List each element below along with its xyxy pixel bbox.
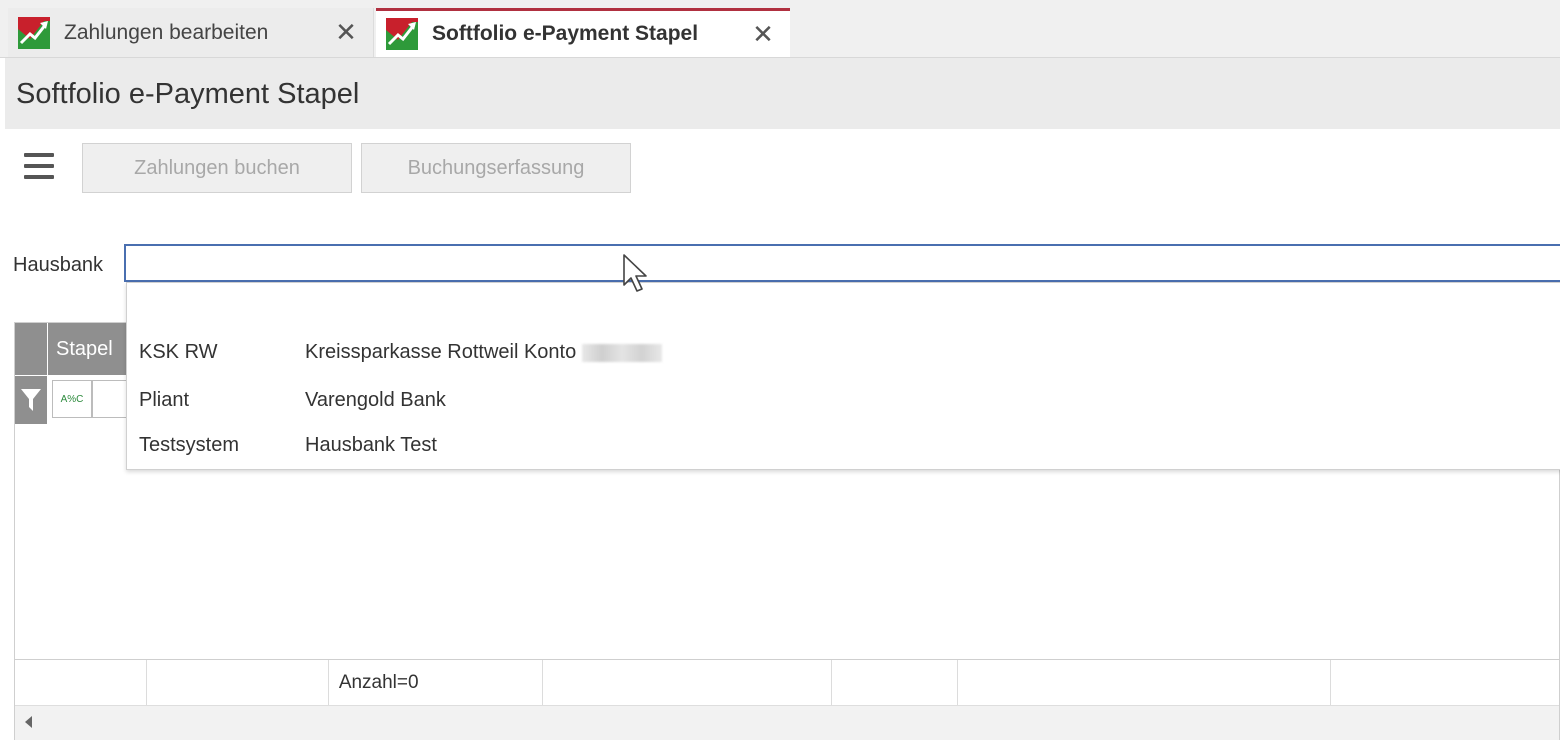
buchungserfassung-button[interactable]: Buchungserfassung <box>361 143 631 193</box>
tab-label: Softfolio e-Payment Stapel <box>432 22 699 45</box>
tab-zahlungen-bearbeiten[interactable]: Zahlungen bearbeiten ✕ <box>8 8 374 57</box>
option-code: KSK RW <box>139 341 218 363</box>
option-name: Kreissparkasse Rottweil Konto <box>305 341 663 364</box>
option-name: Hausbank Test <box>305 434 437 456</box>
grid-corner <box>15 323 47 375</box>
dropdown-option[interactable]: Testsystem Hausbank Test <box>127 424 1560 468</box>
scroll-left-arrow-icon[interactable] <box>25 716 32 728</box>
option-name: Varengold Bank <box>305 389 446 411</box>
hamburger-icon[interactable] <box>24 153 54 183</box>
horizontal-scrollbar[interactable] <box>15 705 1559 740</box>
column-header-stapel[interactable]: Stapel <box>48 323 138 375</box>
option-code: Testsystem <box>139 434 240 456</box>
close-tab-icon[interactable]: ✕ <box>748 19 778 50</box>
page-title: Softfolio e-Payment Stapel <box>16 78 360 110</box>
footer-cell <box>15 660 147 705</box>
option-code: Pliant <box>139 389 190 411</box>
footer-cell <box>1331 660 1559 705</box>
tab-strip: Zahlungen bearbeiten ✕ Softfolio e-Payme… <box>0 0 1560 58</box>
hausbank-dropdown: KSK RW Kreissparkasse Rottweil Konto Pli… <box>126 282 1560 470</box>
footer-count: Anzahl=0 <box>329 660 543 705</box>
footer-cell <box>832 660 959 705</box>
footer-cell <box>543 660 833 705</box>
page-header: Softfolio e-Payment Stapel <box>5 58 1560 129</box>
close-tab-icon[interactable]: ✕ <box>331 17 361 48</box>
hausbank-input[interactable] <box>124 244 1560 282</box>
app-logo-icon <box>18 16 50 49</box>
footer-cell <box>147 660 329 705</box>
filter-icon[interactable] <box>15 376 47 424</box>
redacted-account-number <box>582 343 663 362</box>
grid-footer: Anzahl=0 <box>15 659 1559 705</box>
zahlungen-buchen-button[interactable]: Zahlungen buchen <box>82 143 352 193</box>
filter-mode-button[interactable]: A%C <box>52 380 92 418</box>
tab-softfolio-epayment-stapel[interactable]: Softfolio e-Payment Stapel ✕ <box>376 8 790 57</box>
footer-cell <box>958 660 1332 705</box>
hausbank-label: Hausbank <box>13 254 104 276</box>
mouse-cursor-icon <box>623 254 647 292</box>
dropdown-option[interactable]: KSK RW Kreissparkasse Rottweil Konto <box>127 331 1560 375</box>
app-logo-icon <box>386 18 418 50</box>
tab-label: Zahlungen bearbeiten <box>64 20 269 44</box>
dropdown-option[interactable]: Pliant Varengold Bank <box>127 379 1560 423</box>
